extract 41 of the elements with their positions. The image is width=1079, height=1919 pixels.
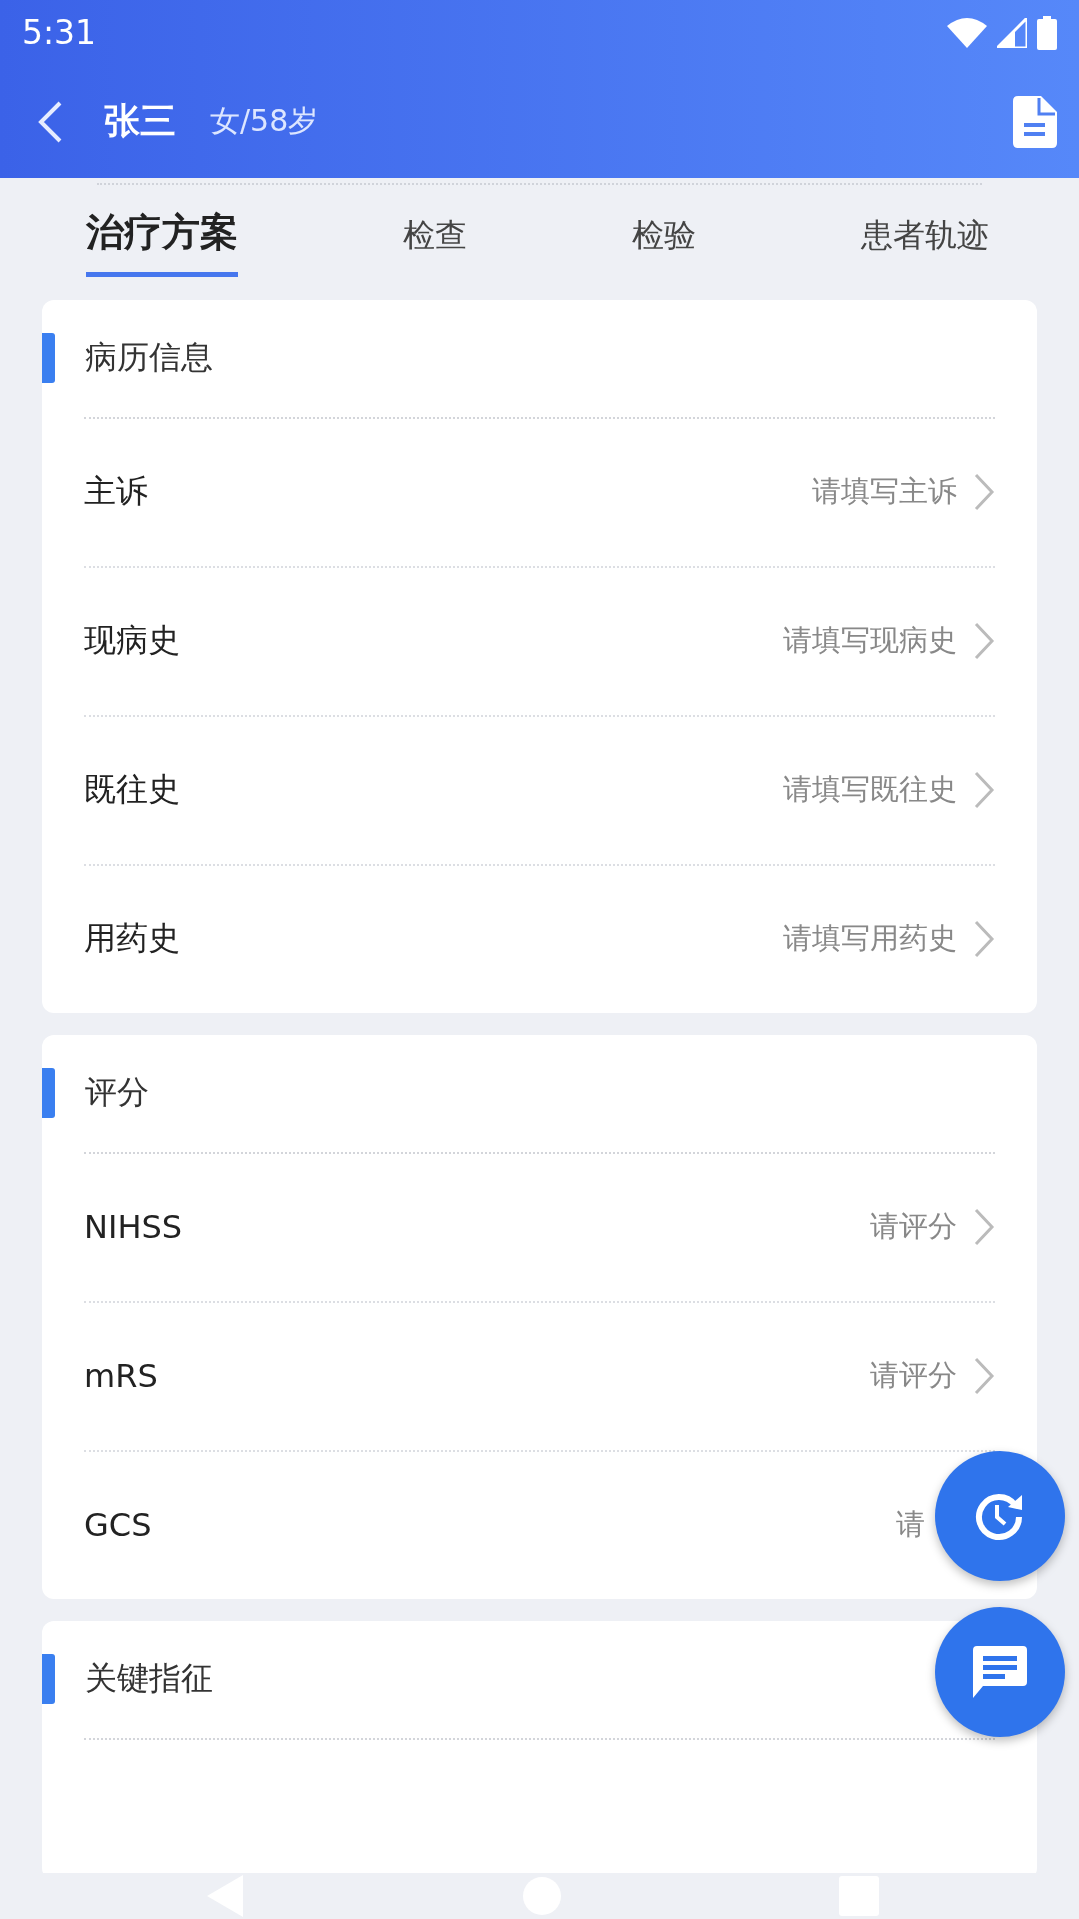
patient-name: 张三 [104, 99, 176, 143]
field-placeholder[interactable]: 请评分 [870, 1207, 957, 1248]
field-label: NIHSS [84, 1208, 183, 1247]
section-marker [42, 1068, 55, 1119]
field-label: GCS [84, 1506, 152, 1545]
back-icon[interactable] [36, 99, 64, 144]
tab[interactable]: 检验 [632, 185, 696, 277]
field-label: 主诉 [84, 471, 148, 513]
field-placeholder[interactable]: 请填写既往史 [783, 770, 957, 811]
patient-info: 女/58岁 [210, 102, 319, 140]
field-placeholder[interactable]: 请 [896, 1505, 925, 1546]
tab[interactable]: 检查 [403, 185, 467, 277]
chevron-icon[interactable] [973, 1207, 995, 1248]
field-label: 现病史 [84, 620, 180, 662]
section-title: 评分 [85, 1072, 149, 1114]
section-title: 病历信息 [85, 337, 213, 379]
message-button[interactable] [935, 1607, 1065, 1737]
status-time: 5:31 [22, 13, 97, 52]
section-marker [42, 333, 55, 384]
message-icon [973, 1646, 1027, 1698]
document-icon[interactable] [1013, 95, 1057, 148]
section-marker [42, 1654, 55, 1705]
chevron-icon[interactable] [973, 919, 995, 960]
field-placeholder[interactable]: 请填写用药史 [783, 919, 957, 960]
field-placeholder[interactable]: 请填写现病史 [783, 621, 957, 662]
wifi-icon [947, 17, 987, 48]
field-placeholder[interactable]: 请填写主诉 [812, 472, 957, 513]
signal-icon [997, 17, 1027, 48]
chevron-icon[interactable] [973, 770, 995, 811]
section-title: 关键指征 [85, 1658, 213, 1700]
field-placeholder[interactable]: 请评分 [870, 1356, 957, 1397]
field-label: 用药史 [84, 918, 180, 960]
tab[interactable]: 患者轨迹 [861, 185, 989, 277]
tab[interactable]: 治疗方案 [86, 185, 238, 277]
chevron-icon[interactable] [973, 472, 995, 513]
field-label: mRS [84, 1357, 158, 1396]
clock-refresh-icon [975, 1491, 1025, 1541]
field-label: 既往史 [84, 769, 180, 811]
battery-icon [1037, 15, 1057, 50]
chevron-icon[interactable] [973, 1356, 995, 1397]
chevron-icon[interactable] [973, 621, 995, 662]
